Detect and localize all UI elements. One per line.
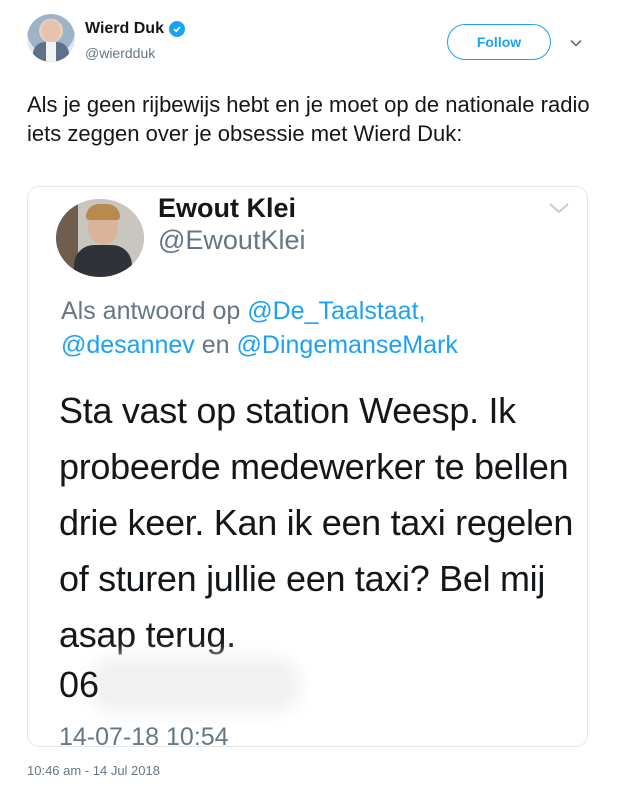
follow-button[interactable]: Follow xyxy=(447,24,551,60)
author-name-row[interactable]: Wierd Duk xyxy=(85,20,185,38)
verified-icon xyxy=(168,21,185,37)
embedded-phone-prefix: 06 xyxy=(59,664,100,705)
embedded-avatar xyxy=(56,199,144,277)
tweet-timestamp[interactable]: 10:46 am - 14 Jul 2018 xyxy=(27,763,160,778)
embedded-chevron-down-icon xyxy=(549,203,569,214)
embedded-date: 14-07-18 10:54 xyxy=(59,723,229,747)
embedded-handle: @EwoutKlei xyxy=(158,225,306,255)
tweet-header: Wierd Duk @wierdduk Follow xyxy=(0,0,618,80)
reply-joiner: en xyxy=(201,331,230,359)
embedded-tweet-body: Sta vast op station Weesp. Ik probeerde … xyxy=(59,390,574,655)
tweet-media-screenshot[interactable]: Ewout Klei @EwoutKlei Als antwoord op @D… xyxy=(27,186,588,747)
tweet-text: Als je geen rijbewijs hebt en je moet op… xyxy=(27,92,590,146)
embedded-display-name: Ewout Klei xyxy=(158,193,297,223)
redacted-phone-blur xyxy=(100,667,290,703)
reply-prefix: Als antwoord op xyxy=(61,297,241,325)
author-handle[interactable]: @wierdduk xyxy=(85,45,155,61)
mention-taalstaat: @De_Taalstaat, xyxy=(247,297,426,325)
chevron-down-icon[interactable] xyxy=(569,36,583,50)
mention-dingemansemark: @DingemanseMark xyxy=(236,331,458,359)
author-avatar[interactable] xyxy=(27,14,75,62)
mention-desannev: @desannev xyxy=(61,331,195,359)
embedded-reply-context: Als antwoord op @De_Taalstaat, @desannev… xyxy=(61,294,571,362)
author-display-name[interactable]: Wierd Duk xyxy=(85,20,164,38)
